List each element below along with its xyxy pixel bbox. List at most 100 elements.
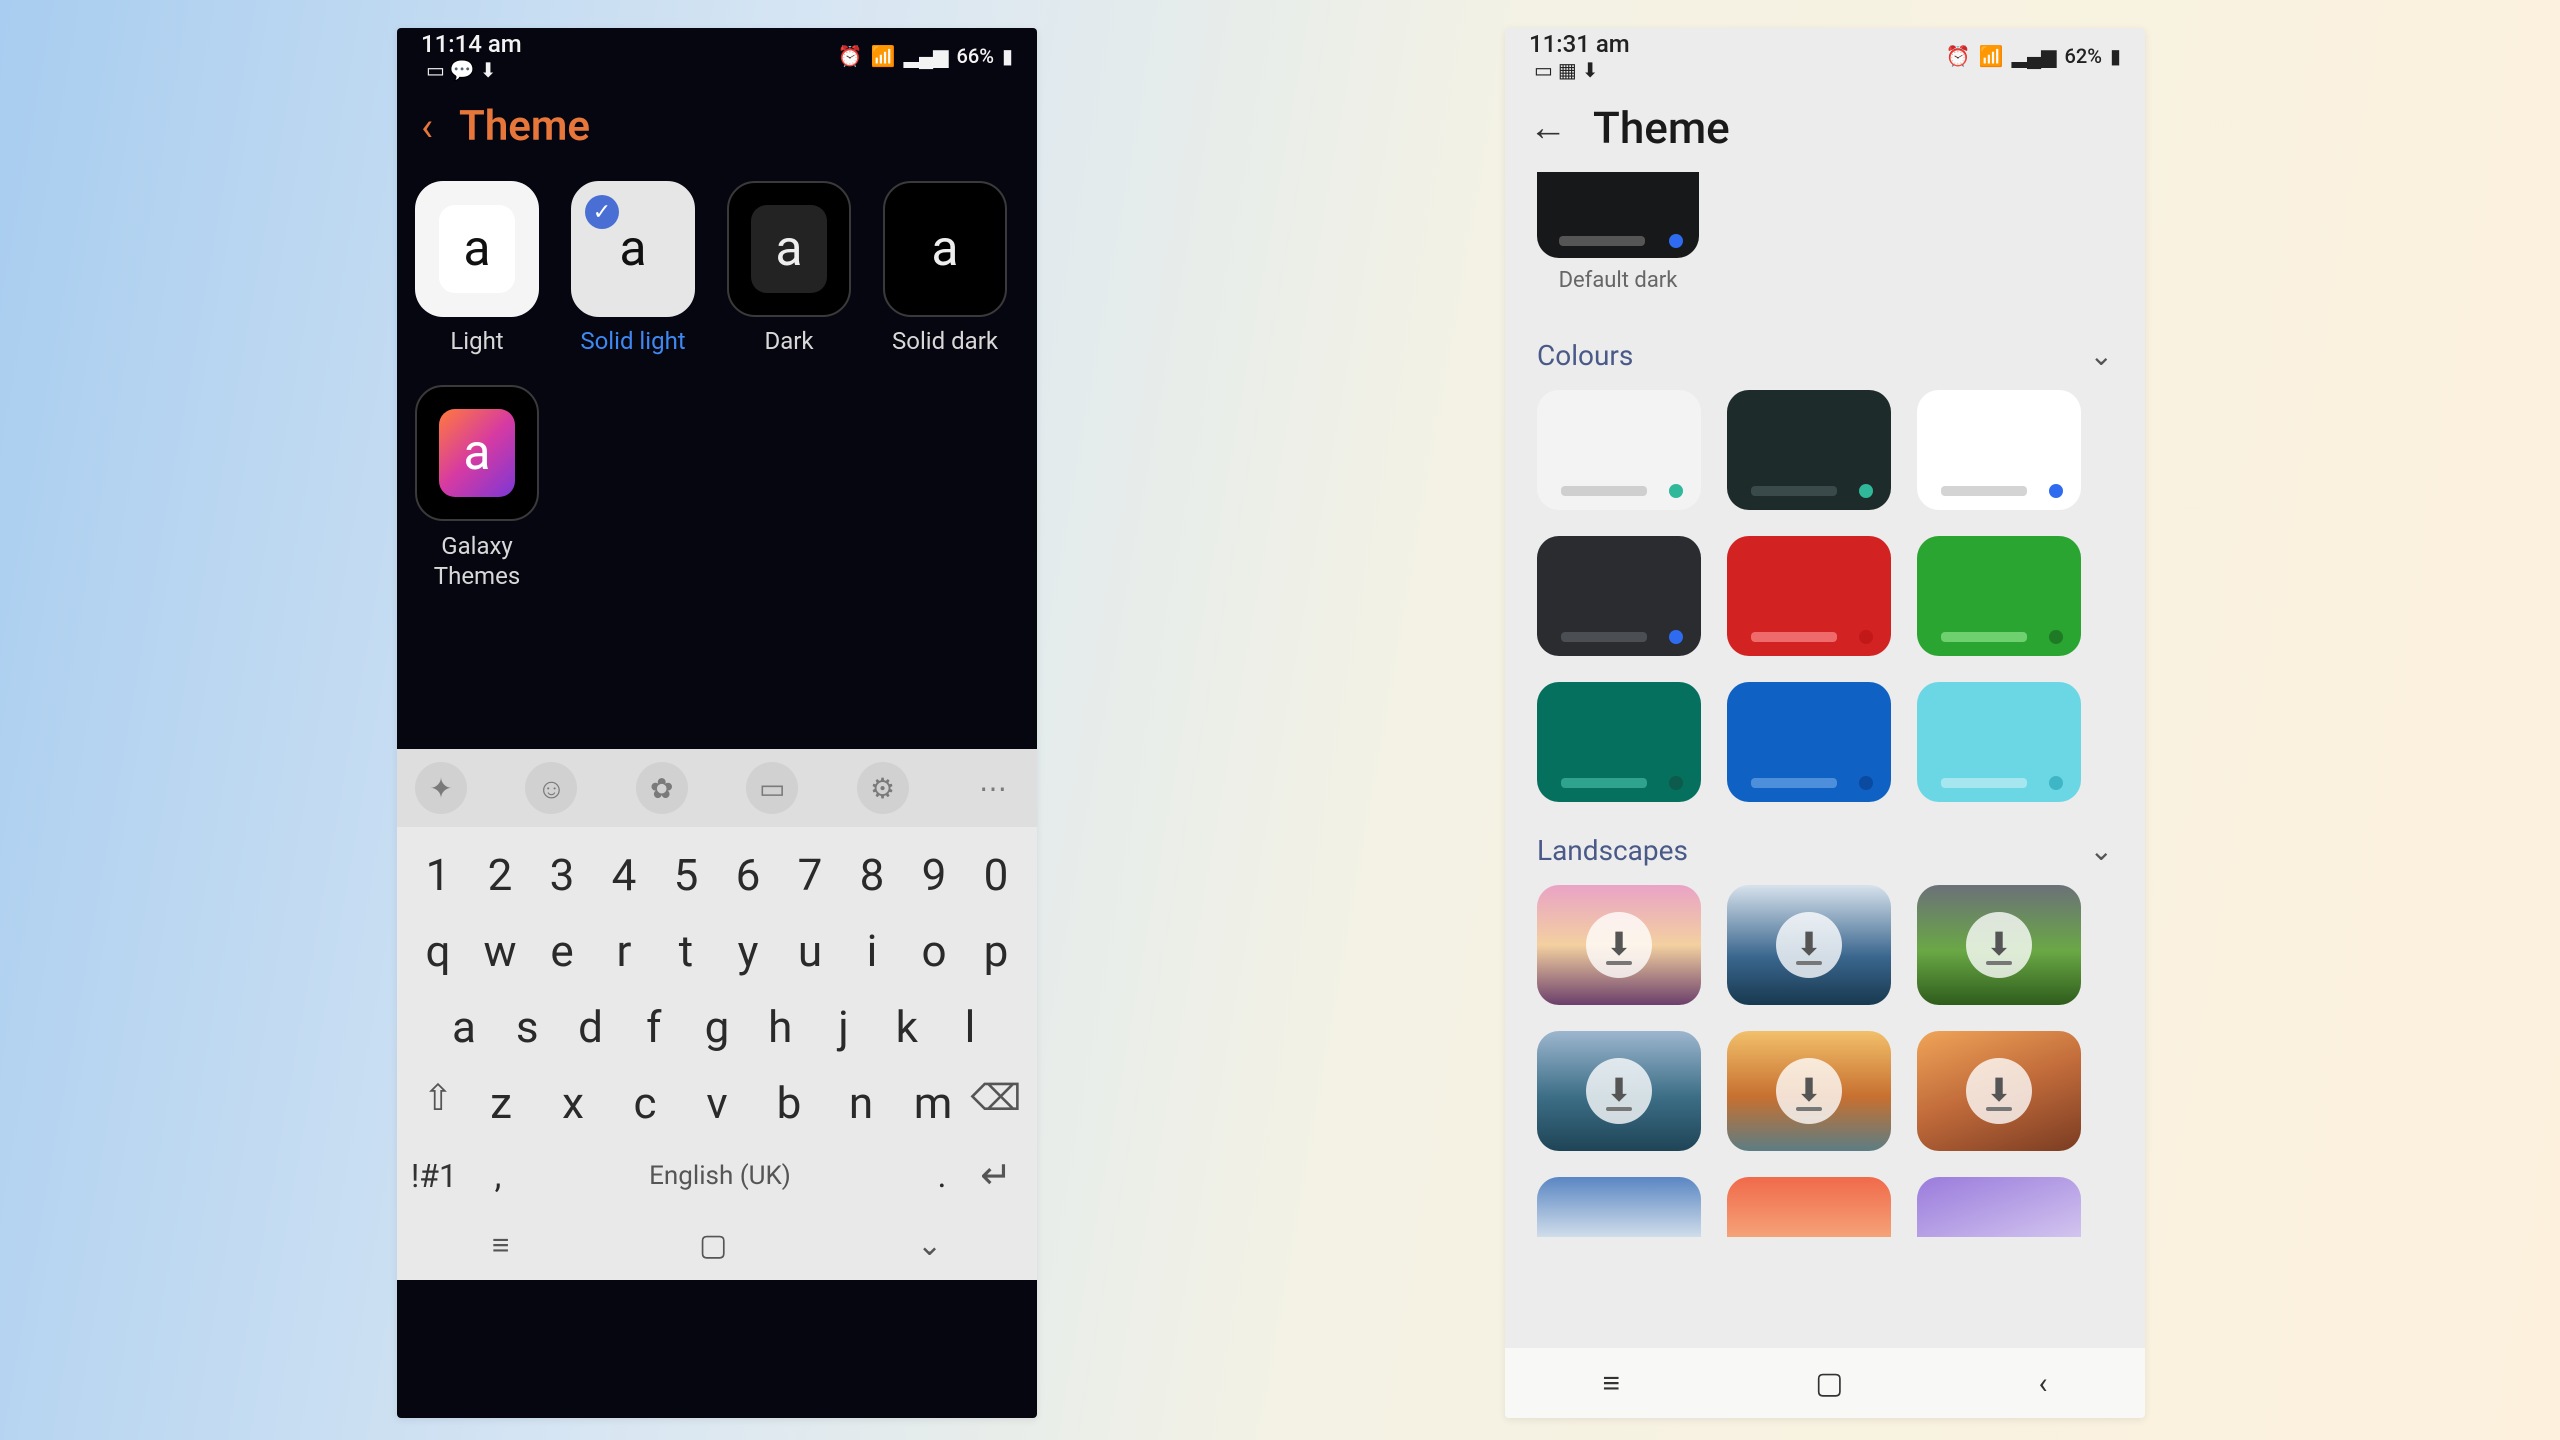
backspace-key[interactable]: ⌫ xyxy=(969,1077,1023,1129)
key-x[interactable]: x xyxy=(546,1077,600,1129)
key-f[interactable]: f xyxy=(627,1001,681,1053)
landscape-swatch-7[interactable] xyxy=(1727,1177,1891,1237)
key-s[interactable]: s xyxy=(500,1001,554,1053)
spacebar[interactable]: English (UK) xyxy=(525,1161,915,1191)
keyboard-row-2: asdfghjkl xyxy=(405,989,1029,1065)
page-title: Theme xyxy=(459,102,590,151)
key-u[interactable]: u xyxy=(783,925,837,977)
back-icon[interactable]: ‹ xyxy=(2038,1366,2047,1401)
key-p[interactable]: p xyxy=(969,925,1023,977)
key-i[interactable]: i xyxy=(845,925,899,977)
shift-key[interactable]: ⇧ xyxy=(411,1077,465,1129)
key-2[interactable]: 2 xyxy=(473,849,527,901)
key-e[interactable]: e xyxy=(535,925,589,977)
recents-icon[interactable]: ≡ xyxy=(1603,1366,1621,1401)
key-a[interactable]: a xyxy=(437,1001,491,1053)
key-r[interactable]: r xyxy=(597,925,651,977)
key-n[interactable]: n xyxy=(834,1077,888,1129)
key-q[interactable]: q xyxy=(411,925,465,977)
landscape-swatch-8[interactable] xyxy=(1917,1177,2081,1237)
key-o[interactable]: o xyxy=(907,925,961,977)
comma-key[interactable]: , xyxy=(471,1156,525,1196)
section-header-colours[interactable]: Colours ⌄ xyxy=(1537,339,2113,372)
landscapes-grid: ⬇⬇⬇⬇⬇⬇ xyxy=(1537,885,2113,1237)
key-1[interactable]: 1 xyxy=(411,849,465,901)
key-m[interactable]: m xyxy=(906,1077,960,1129)
key-d[interactable]: d xyxy=(564,1001,618,1053)
signal-icon: ▂▄▆ xyxy=(2012,44,2057,69)
key-g[interactable]: g xyxy=(690,1001,744,1053)
theme-option-light[interactable]: a Light xyxy=(415,181,539,355)
key-0[interactable]: 0 xyxy=(969,849,1023,901)
key-5[interactable]: 5 xyxy=(659,849,713,901)
key-t[interactable]: t xyxy=(659,925,713,977)
theme-option-default-dark[interactable]: Default dark xyxy=(1505,172,2145,317)
key-z[interactable]: z xyxy=(474,1077,528,1129)
key-w[interactable]: w xyxy=(473,925,527,977)
download-icon: ⬇ xyxy=(1586,1058,1652,1124)
download-icon: ⬇ xyxy=(1586,912,1652,978)
key-v[interactable]: v xyxy=(690,1077,744,1129)
gear-icon[interactable]: ⚙ xyxy=(857,762,909,814)
section-header-landscapes[interactable]: Landscapes ⌄ xyxy=(1537,834,2113,867)
section-colours: Colours ⌄ xyxy=(1505,317,2145,812)
landscape-swatch-3[interactable]: ⬇ xyxy=(1537,1031,1701,1151)
back-button[interactable]: ← xyxy=(1529,109,1567,147)
keyboard-hide-icon[interactable]: ⌄ xyxy=(917,1228,942,1263)
colour-swatch-2[interactable] xyxy=(1917,390,2081,510)
header: ‹ Theme xyxy=(397,84,1037,181)
status-time: 11:31 am ▭ ▦ ⬇ xyxy=(1529,30,1630,82)
section-title: Colours xyxy=(1537,339,1633,372)
colour-swatch-4[interactable] xyxy=(1727,536,1891,656)
home-icon[interactable]: ▢ xyxy=(1815,1366,1843,1401)
key-c[interactable]: c xyxy=(618,1077,672,1129)
more-icon[interactable]: ⋯ xyxy=(967,762,1019,814)
landscape-swatch-1[interactable]: ⬇ xyxy=(1727,885,1891,1005)
colour-swatch-0[interactable] xyxy=(1537,390,1701,510)
alarm-icon: ⏰ xyxy=(838,44,863,68)
colour-swatch-1[interactable] xyxy=(1727,390,1891,510)
key-8[interactable]: 8 xyxy=(845,849,899,901)
colour-swatch-6[interactable] xyxy=(1537,682,1701,802)
key-9[interactable]: 9 xyxy=(907,849,961,901)
landscape-swatch-0[interactable]: ⬇ xyxy=(1537,885,1701,1005)
theme-label: Galaxy Themes xyxy=(415,531,539,591)
key-k[interactable]: k xyxy=(880,1001,934,1053)
colour-swatch-8[interactable] xyxy=(1917,682,2081,802)
home-icon[interactable]: ▢ xyxy=(699,1228,727,1263)
key-4[interactable]: 4 xyxy=(597,849,651,901)
clipboard-icon[interactable]: ▭ xyxy=(746,762,798,814)
key-6[interactable]: 6 xyxy=(721,849,775,901)
landscape-swatch-5[interactable]: ⬇ xyxy=(1917,1031,2081,1151)
wifi-icon: 📶 xyxy=(871,44,896,68)
key-y[interactable]: y xyxy=(721,925,775,977)
theme-swatch-solid-light: ✓ a xyxy=(571,181,695,317)
key-3[interactable]: 3 xyxy=(535,849,589,901)
colour-swatch-3[interactable] xyxy=(1537,536,1701,656)
theme-option-solid-dark[interactable]: a Solid dark xyxy=(883,181,1007,355)
symbols-key[interactable]: !#1 xyxy=(411,1157,471,1195)
enter-key[interactable]: ↵ xyxy=(969,1153,1023,1198)
key-b[interactable]: b xyxy=(762,1077,816,1129)
ai-suggest-icon[interactable]: ✦ xyxy=(415,762,467,814)
key-l[interactable]: l xyxy=(943,1001,997,1053)
theme-option-galaxy-themes[interactable]: a Galaxy Themes xyxy=(415,385,539,591)
landscape-swatch-4[interactable]: ⬇ xyxy=(1727,1031,1891,1151)
battery-text: 66% xyxy=(957,44,994,68)
theme-option-solid-light[interactable]: ✓ a Solid light xyxy=(571,181,695,355)
colour-swatch-7[interactable] xyxy=(1727,682,1891,802)
period-key[interactable]: . xyxy=(915,1156,969,1196)
key-7[interactable]: 7 xyxy=(783,849,837,901)
recents-icon[interactable]: ≡ xyxy=(492,1228,510,1263)
key-j[interactable]: j xyxy=(817,1001,871,1053)
landscape-swatch-2[interactable]: ⬇ xyxy=(1917,885,2081,1005)
sticker-icon[interactable]: ✿ xyxy=(636,762,688,814)
key-h[interactable]: h xyxy=(753,1001,807,1053)
default-dark-label: Default dark xyxy=(1537,268,1699,293)
emoji-icon[interactable]: ☺ xyxy=(525,762,577,814)
landscape-swatch-6[interactable] xyxy=(1537,1177,1701,1237)
theme-swatch-light: a xyxy=(415,181,539,317)
theme-option-dark[interactable]: a Dark xyxy=(727,181,851,355)
back-button[interactable]: ‹ xyxy=(421,107,433,147)
colour-swatch-5[interactable] xyxy=(1917,536,2081,656)
